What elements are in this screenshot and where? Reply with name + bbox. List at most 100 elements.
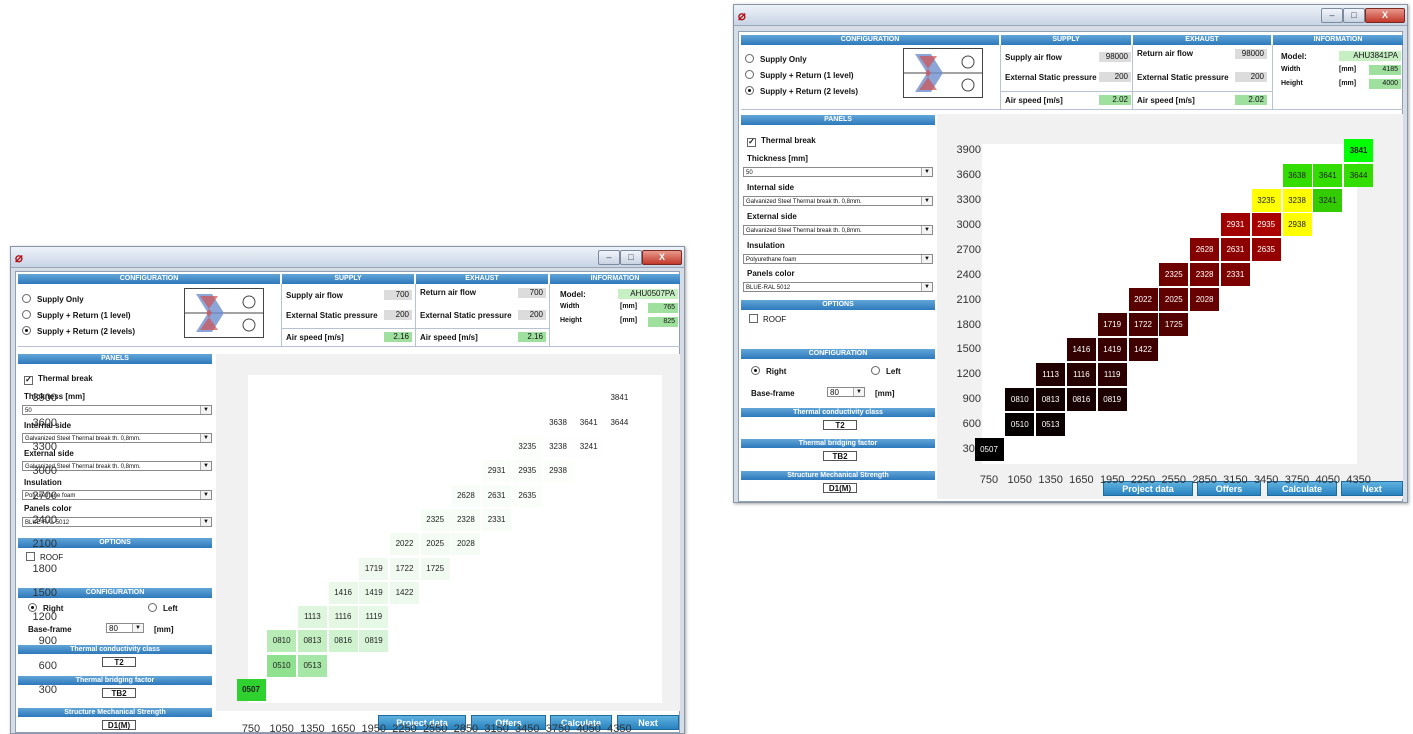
model-cell-2628[interactable]: 2628 bbox=[1190, 238, 1220, 262]
model-cell-1725[interactable]: 1725 bbox=[420, 557, 450, 580]
model-cell-0816[interactable]: 0816 bbox=[328, 630, 358, 653]
model-cell-1725[interactable]: 1725 bbox=[1159, 313, 1189, 336]
model-cell-1722[interactable]: 1722 bbox=[390, 557, 419, 580]
model-cell-3638[interactable]: 3638 bbox=[543, 411, 573, 434]
model-cell-2935[interactable]: 2935 bbox=[512, 460, 542, 483]
model-cell-0513[interactable]: 0513 bbox=[1036, 412, 1066, 436]
radio-left[interactable]: Left bbox=[871, 366, 901, 376]
model-cell-2931[interactable]: 2931 bbox=[482, 460, 512, 483]
close-button[interactable]: X bbox=[642, 250, 682, 265]
model-cell-1113[interactable]: 1113 bbox=[1036, 362, 1066, 386]
model-cell-2931[interactable]: 2931 bbox=[1220, 213, 1250, 237]
model-cell-3241[interactable]: 3241 bbox=[1313, 188, 1343, 212]
return-flow-value[interactable]: 98000 bbox=[1235, 49, 1267, 59]
model-cell-2635[interactable]: 2635 bbox=[1251, 238, 1281, 262]
model-cell-2331[interactable]: 2331 bbox=[1220, 263, 1250, 287]
model-cell-1722[interactable]: 1722 bbox=[1128, 313, 1158, 336]
thermal-break-checkbox[interactable]: ✓ Thermal break bbox=[747, 136, 816, 147]
model-cell-2025[interactable]: 2025 bbox=[1159, 288, 1189, 312]
return-esp-value[interactable]: 200 bbox=[1235, 72, 1267, 82]
model-cell-0813[interactable]: 0813 bbox=[297, 630, 327, 653]
model-cell-2028[interactable]: 2028 bbox=[1190, 288, 1220, 312]
model-cell-0507[interactable]: 0507 bbox=[974, 437, 1004, 461]
thermal-break-checkbox[interactable]: ✓ Thermal break bbox=[24, 374, 93, 385]
model-cell-2328[interactable]: 2328 bbox=[451, 508, 481, 531]
minimize-button[interactable]: ‒ bbox=[1321, 8, 1343, 23]
model-cell-0813[interactable]: 0813 bbox=[1036, 387, 1066, 411]
roof-checkbox[interactable]: ROOF bbox=[26, 552, 63, 562]
model-cell-2325[interactable]: 2325 bbox=[420, 508, 450, 531]
model-cell-2022[interactable]: 2022 bbox=[390, 533, 419, 556]
panels-color-select[interactable]: BLUE-RAL 5012 ▼ bbox=[743, 282, 933, 292]
supply-esp-value[interactable]: 200 bbox=[384, 310, 412, 320]
model-cell-0819[interactable]: 0819 bbox=[359, 630, 389, 653]
model-cell-3235[interactable]: 3235 bbox=[1251, 188, 1281, 212]
maximize-button[interactable]: □ bbox=[620, 250, 642, 265]
model-cell-1416[interactable]: 1416 bbox=[328, 581, 358, 604]
maximize-button[interactable]: □ bbox=[1343, 8, 1365, 23]
model-cell-1719[interactable]: 1719 bbox=[359, 557, 389, 580]
model-cell-2938[interactable]: 2938 bbox=[543, 460, 573, 483]
model-cell-1719[interactable]: 1719 bbox=[1097, 313, 1127, 336]
model-cell-1113[interactable]: 1113 bbox=[297, 606, 327, 629]
radio-supply-return-2[interactable]: Supply + Return (2 levels) bbox=[745, 86, 858, 96]
model-cell-3841[interactable]: 3841 bbox=[1344, 138, 1374, 162]
model-cell-2025[interactable]: 2025 bbox=[420, 533, 450, 556]
model-cell-2631[interactable]: 2631 bbox=[482, 484, 512, 507]
radio-supply-return-1[interactable]: Supply + Return (1 level) bbox=[745, 70, 854, 80]
insulation-select[interactable]: Polyurethane foam ▼ bbox=[743, 254, 933, 264]
model-cell-1119[interactable]: 1119 bbox=[1097, 362, 1127, 386]
model-cell-1119[interactable]: 1119 bbox=[359, 606, 389, 629]
return-flow-value[interactable]: 700 bbox=[518, 288, 546, 298]
roof-checkbox[interactable]: ROOF bbox=[749, 314, 786, 324]
model-cell-1116[interactable]: 1116 bbox=[1066, 362, 1096, 386]
model-cell-3638[interactable]: 3638 bbox=[1282, 163, 1312, 187]
radio-supply-only[interactable]: Supply Only bbox=[745, 54, 807, 64]
radio-supply-only[interactable]: Supply Only bbox=[22, 294, 84, 304]
model-cell-0810[interactable]: 0810 bbox=[267, 630, 297, 653]
model-cell-0513[interactable]: 0513 bbox=[297, 654, 327, 677]
model-cell-3238[interactable]: 3238 bbox=[543, 436, 573, 458]
model-cell-3238[interactable]: 3238 bbox=[1282, 188, 1312, 212]
model-cell-0510[interactable]: 0510 bbox=[267, 654, 297, 677]
radio-left[interactable]: Left bbox=[148, 603, 178, 613]
model-cell-2635[interactable]: 2635 bbox=[512, 484, 542, 507]
close-button[interactable]: X bbox=[1365, 8, 1405, 23]
baseframe-select[interactable]: 80 ▼ bbox=[106, 623, 144, 633]
return-esp-value[interactable]: 200 bbox=[518, 310, 546, 320]
model-cell-3235[interactable]: 3235 bbox=[512, 436, 542, 458]
supply-flow-value[interactable]: 98000 bbox=[1099, 52, 1131, 62]
thickness-select[interactable]: 50 ▼ bbox=[743, 167, 933, 177]
supply-esp-value[interactable]: 200 bbox=[1099, 72, 1131, 82]
internal-side-select[interactable]: Galvanized Steel Thermal break th. 0,8mm… bbox=[743, 196, 933, 206]
model-cell-3841[interactable]: 3841 bbox=[604, 387, 634, 410]
model-cell-3644[interactable]: 3644 bbox=[1344, 163, 1374, 187]
thickness-select[interactable]: 50 ▼ bbox=[22, 405, 212, 415]
model-cell-3241[interactable]: 3241 bbox=[574, 436, 604, 458]
model-cell-2631[interactable]: 2631 bbox=[1220, 238, 1250, 262]
radio-right[interactable]: Right bbox=[751, 366, 786, 376]
model-cell-2938[interactable]: 2938 bbox=[1282, 213, 1312, 237]
model-cell-2022[interactable]: 2022 bbox=[1128, 288, 1158, 312]
model-cell-1416[interactable]: 1416 bbox=[1066, 337, 1096, 361]
model-cell-2935[interactable]: 2935 bbox=[1251, 213, 1281, 237]
baseframe-select[interactable]: 80 ▼ bbox=[827, 387, 865, 397]
minimize-button[interactable]: ‒ bbox=[598, 250, 620, 265]
model-cell-2328[interactable]: 2328 bbox=[1190, 263, 1220, 287]
model-cell-3644[interactable]: 3644 bbox=[604, 411, 634, 434]
model-cell-0510[interactable]: 0510 bbox=[1005, 412, 1035, 436]
model-cell-2325[interactable]: 2325 bbox=[1159, 263, 1189, 287]
model-cell-3641[interactable]: 3641 bbox=[1313, 163, 1343, 187]
external-side-select[interactable]: Galvanized Steel Thermal break th. 0,8mm… bbox=[743, 225, 933, 235]
supply-flow-value[interactable]: 700 bbox=[384, 290, 412, 300]
model-cell-3641[interactable]: 3641 bbox=[574, 411, 604, 434]
model-cell-2028[interactable]: 2028 bbox=[451, 533, 481, 556]
model-cell-1116[interactable]: 1116 bbox=[328, 606, 358, 629]
model-cell-1419[interactable]: 1419 bbox=[359, 581, 389, 604]
model-cell-1422[interactable]: 1422 bbox=[390, 581, 419, 604]
model-cell-1419[interactable]: 1419 bbox=[1097, 337, 1127, 361]
model-cell-0507[interactable]: 0507 bbox=[236, 679, 266, 701]
model-cell-2331[interactable]: 2331 bbox=[482, 508, 512, 531]
model-cell-0819[interactable]: 0819 bbox=[1097, 387, 1127, 411]
model-cell-0810[interactable]: 0810 bbox=[1005, 387, 1035, 411]
